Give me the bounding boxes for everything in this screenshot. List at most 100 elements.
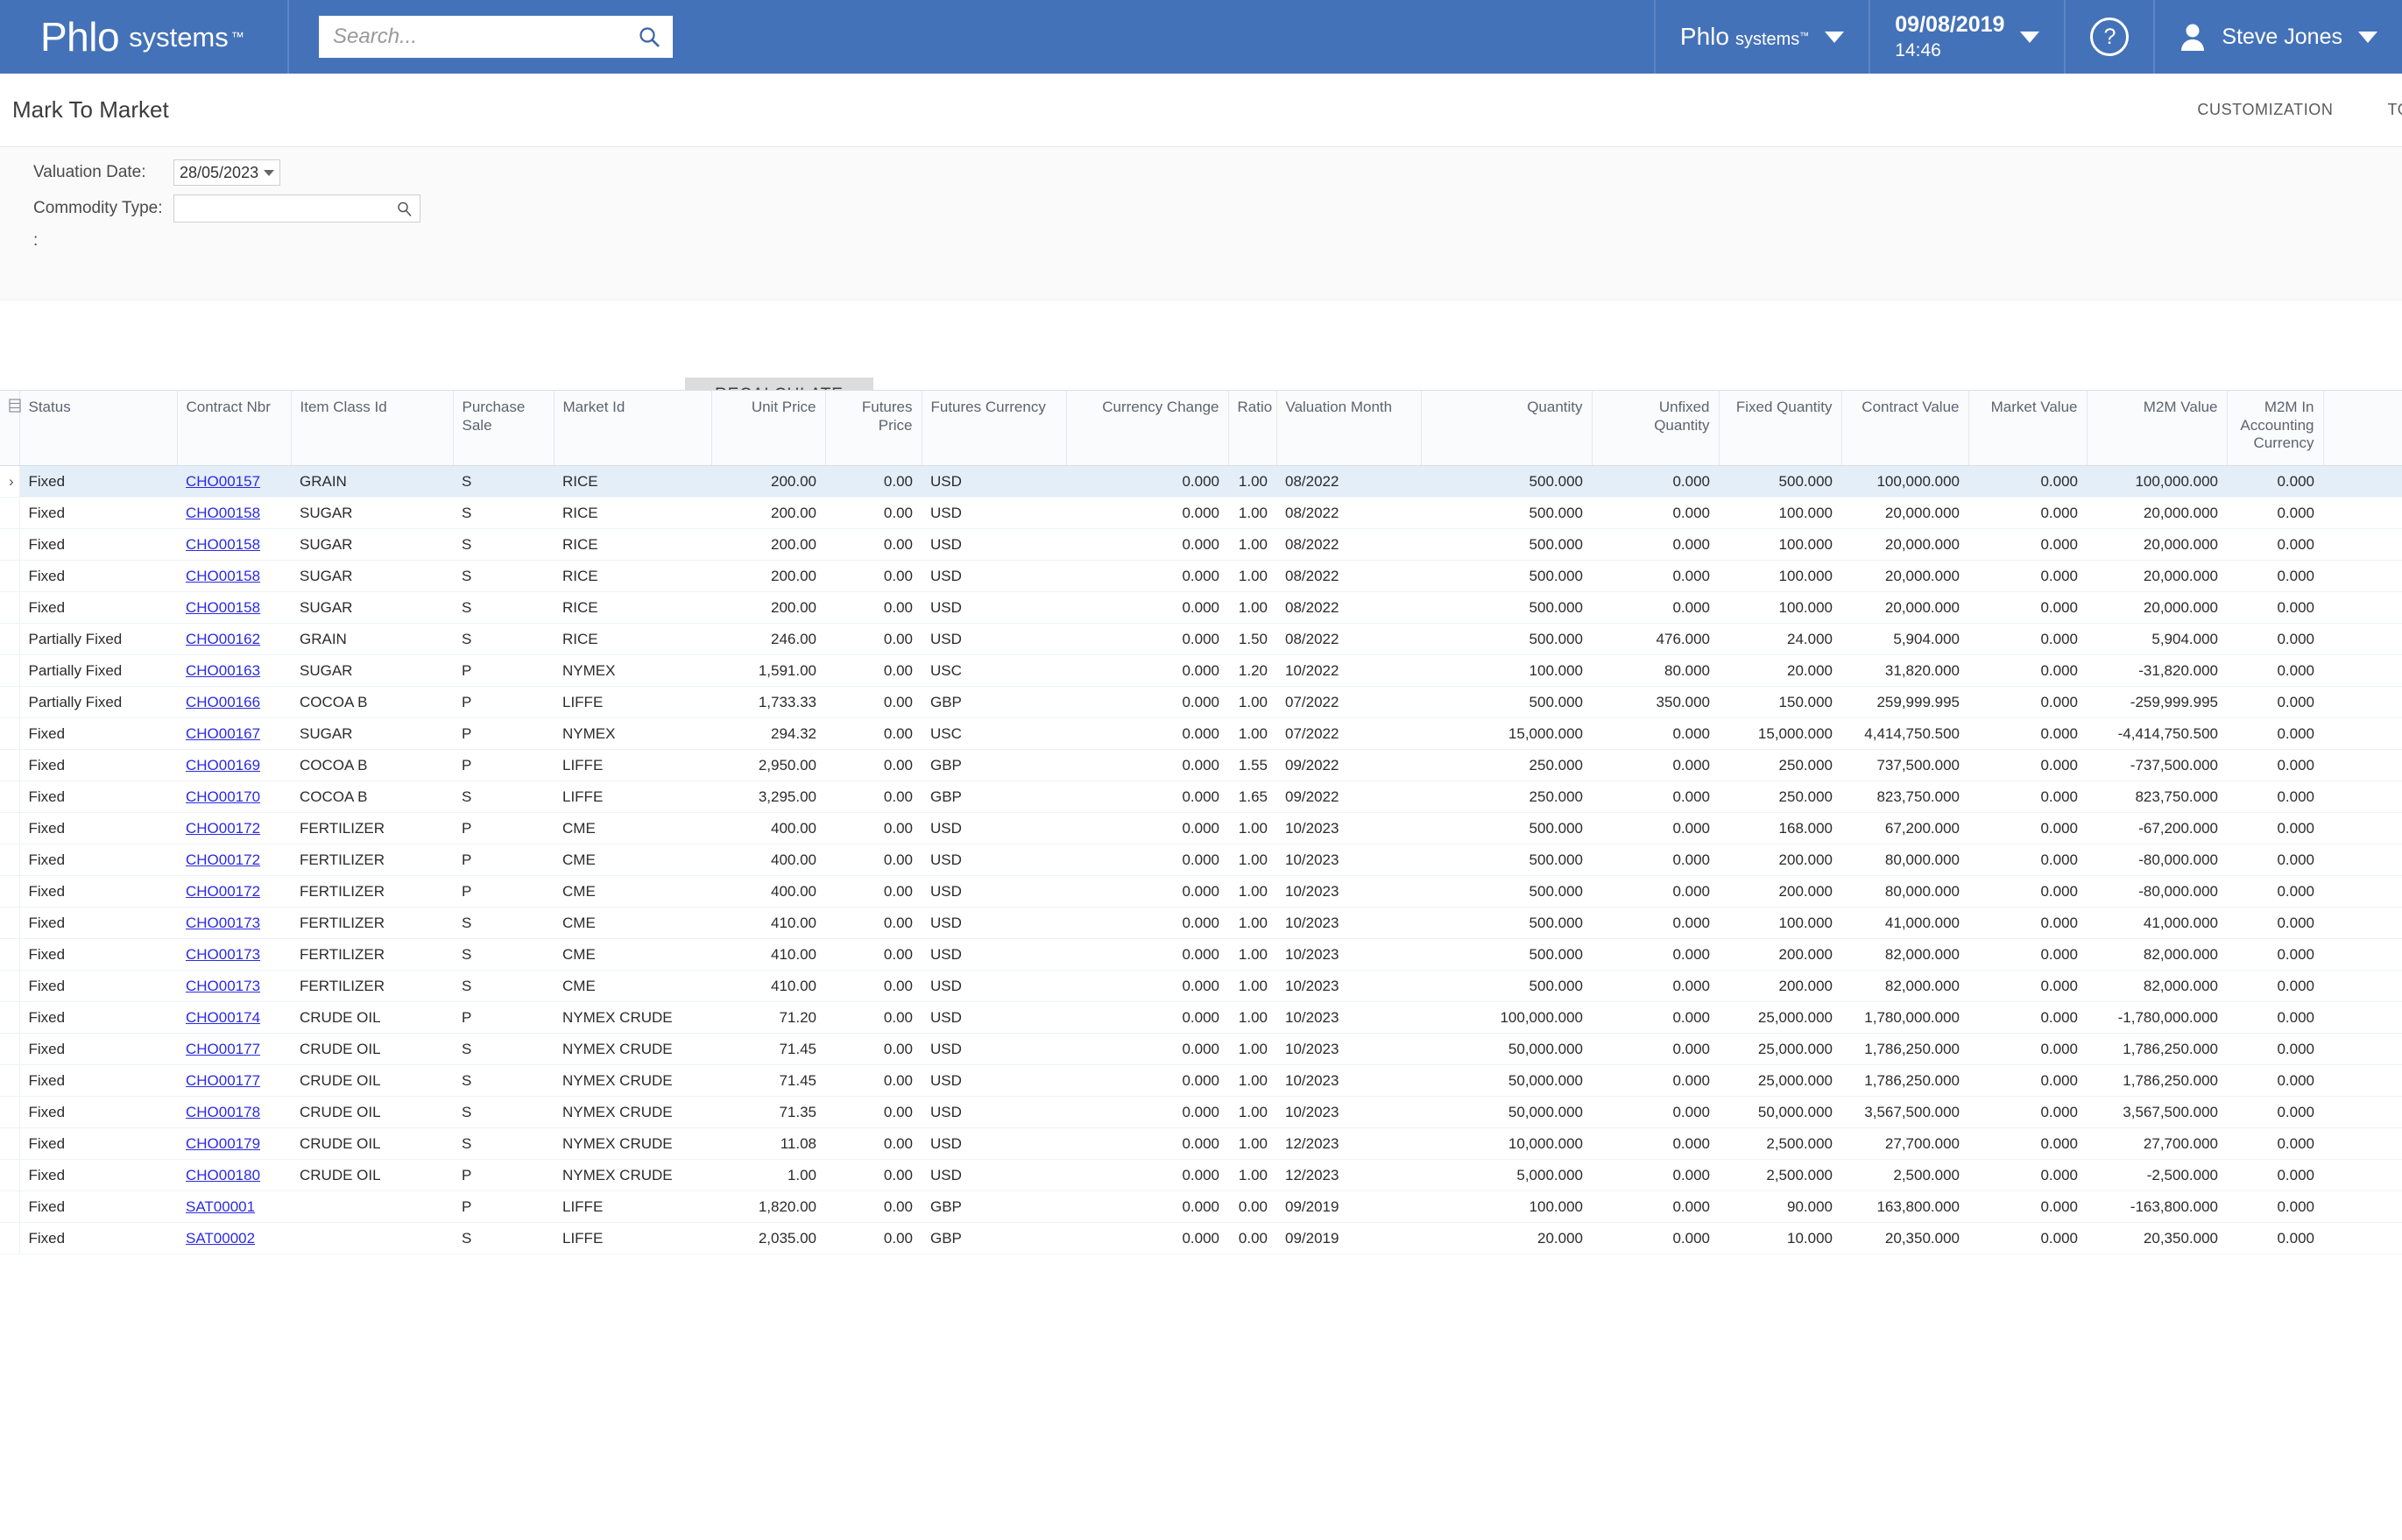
row-expand-cell[interactable] [0, 591, 20, 624]
table-row[interactable]: Fixed SAT00001 P LIFFE 1,820.00 0.00 GBP 0.000 0… [0, 1190, 2402, 1223]
col-header-valuation-month[interactable]: Valuation Month [1276, 390, 1422, 466]
row-expand-cell[interactable] [0, 560, 20, 592]
table-row[interactable]: Fixed CHO00158 SUGAR S RICE 200.00 0.00 USD 0.00… [0, 497, 2402, 529]
contract-link[interactable]: CHO00158 [186, 599, 260, 616]
table-row[interactable]: Fixed CHO00180 CRUDE OIL P NYMEX CRUDE 1.00 0.… [0, 1159, 2402, 1191]
col-header-contract-nbr[interactable]: Contract Nbr [177, 390, 292, 466]
table-row[interactable]: Fixed CHO00169 COCOA B P LIFFE 2,950.00 0.00 GB… [0, 749, 2402, 781]
contract-link[interactable]: CHO00169 [186, 757, 260, 774]
row-expand-cell[interactable] [0, 970, 20, 1002]
row-expand-cell[interactable] [0, 812, 20, 844]
contract-link[interactable]: CHO00177 [186, 1072, 260, 1089]
table-row[interactable]: Fixed CHO00177 CRUDE OIL S NYMEX CRUDE 71.45 0… [0, 1064, 2402, 1097]
search-icon[interactable] [638, 25, 661, 48]
chevron-down-icon[interactable] [1825, 31, 1845, 43]
grid-menu-button[interactable] [0, 390, 21, 466]
row-expand-cell[interactable] [0, 938, 20, 971]
datetime-selector[interactable]: 09/08/2019 14:46 [1869, 0, 2064, 74]
commodity-type-field[interactable] [173, 194, 420, 223]
contract-link[interactable]: SAT00001 [186, 1198, 255, 1215]
contract-link[interactable]: CHO00157 [186, 473, 260, 490]
col-header-m2m-value[interactable]: M2M Value [2087, 390, 2228, 466]
row-expand-cell[interactable] [0, 497, 20, 529]
contract-link[interactable]: CHO00173 [186, 946, 260, 963]
contract-link[interactable]: CHO00173 [186, 915, 260, 931]
contract-link[interactable]: CHO00162 [186, 631, 260, 647]
contract-link[interactable]: CHO00172 [186, 820, 260, 837]
contract-link[interactable]: CHO00158 [186, 505, 260, 521]
brand-logo[interactable]: Phlo systems ™ [0, 0, 289, 74]
row-expand-cell[interactable] [0, 1159, 20, 1191]
row-expand-cell[interactable] [0, 1001, 20, 1034]
row-expand-cell[interactable] [0, 654, 20, 687]
table-row[interactable]: Fixed CHO00172 FERTILIZER P CME 400.00 0.00 USD… [0, 844, 2402, 876]
col-header-market-value[interactable]: Market Value [1968, 390, 2088, 466]
help-icon[interactable]: ? [2090, 18, 2130, 56]
col-header-quantity[interactable]: Quantity [1421, 390, 1593, 466]
row-expand-cell[interactable]: › [0, 465, 20, 498]
table-row[interactable]: › Fixed CHO00157 GRAIN S RICE 200.00 0.00 USD 0.0… [0, 465, 2402, 498]
table-row[interactable]: Fixed CHO00167 SUGAR P NYMEX 294.32 0.00 USC 0.0… [0, 717, 2402, 750]
search-box[interactable] [319, 16, 673, 58]
contract-link[interactable]: CHO00170 [186, 788, 260, 805]
col-header-unit-price[interactable]: Unit Price [711, 390, 826, 466]
table-row[interactable]: Fixed SAT00002 S LIFFE 2,035.00 0.00 GBP 0.000 0… [0, 1222, 2402, 1254]
col-header-m2m-accounting-currency[interactable]: M2M In Accounting Currency [2227, 390, 2324, 466]
row-expand-cell[interactable] [0, 907, 20, 939]
col-header-fixed-quantity[interactable]: Fixed Quantity [1719, 390, 1842, 466]
table-row[interactable]: Fixed CHO00172 FERTILIZER P CME 400.00 0.00 USD… [0, 875, 2402, 908]
col-header-item-class-id[interactable]: Item Class Id [291, 390, 454, 466]
contract-link[interactable]: CHO00163 [186, 662, 260, 679]
col-header-unfixed-quantity[interactable]: Unfixed Quantity [1592, 390, 1720, 466]
contract-link[interactable]: CHO00172 [186, 851, 260, 868]
row-expand-cell[interactable] [0, 1222, 20, 1254]
table-row[interactable]: Fixed CHO00170 COCOA B S LIFFE 3,295.00 0.00 GB… [0, 781, 2402, 813]
magnifier-icon[interactable] [396, 201, 413, 217]
contract-link[interactable]: CHO00158 [186, 568, 260, 584]
col-header-status[interactable]: Status [19, 390, 178, 466]
table-row[interactable]: Partially Fixed CHO00166 COCOA B P LIFFE 1,73… [0, 686, 2402, 718]
row-expand-cell[interactable] [0, 1064, 20, 1097]
user-menu[interactable]: Steve Jones [2153, 0, 2402, 74]
tenant-selector[interactable]: Phlo systems™ [1653, 0, 1869, 74]
contract-link[interactable]: CHO00180 [186, 1167, 260, 1183]
chevron-right-icon[interactable]: › [9, 473, 14, 490]
row-expand-cell[interactable] [0, 686, 20, 718]
chevron-down-icon[interactable] [264, 169, 274, 176]
row-expand-cell[interactable] [0, 528, 20, 561]
table-row[interactable]: Fixed CHO00158 SUGAR S RICE 200.00 0.00 USD 0.00… [0, 560, 2402, 592]
tools-link[interactable]: TOO [2388, 101, 2402, 119]
table-row[interactable]: Fixed CHO00158 SUGAR S RICE 200.00 0.00 USD 0.00… [0, 528, 2402, 561]
table-row[interactable]: Fixed CHO00173 FERTILIZER S CME 410.00 0.00 USD… [0, 970, 2402, 1002]
chevron-down-icon[interactable] [2358, 31, 2377, 43]
search-input[interactable] [331, 24, 638, 50]
col-header-purchase-sale[interactable]: Purchase Sale [453, 390, 555, 466]
row-expand-cell[interactable] [0, 1096, 20, 1128]
contract-link[interactable]: CHO00179 [186, 1135, 260, 1152]
table-row[interactable]: Partially Fixed CHO00163 SUGAR P NYMEX 1,591.… [0, 654, 2402, 687]
contract-link[interactable]: CHO00172 [186, 883, 260, 900]
table-row[interactable]: Fixed CHO00179 CRUDE OIL S NYMEX CRUDE 11.08 0… [0, 1127, 2402, 1160]
table-row[interactable]: Fixed CHO00178 CRUDE OIL S NYMEX CRUDE 71.35 0… [0, 1096, 2402, 1128]
contract-link[interactable]: CHO00178 [186, 1104, 260, 1120]
table-row[interactable]: Fixed CHO00158 SUGAR S RICE 200.00 0.00 USD 0.00… [0, 591, 2402, 624]
row-expand-cell[interactable] [0, 1190, 20, 1223]
col-header-ratio[interactable]: Ratio [1228, 390, 1277, 466]
contract-link[interactable]: SAT00002 [186, 1230, 255, 1247]
table-row[interactable]: Fixed CHO00173 FERTILIZER S CME 410.00 0.00 USD… [0, 907, 2402, 939]
customization-link[interactable]: CUSTOMIZATION [2197, 101, 2333, 119]
row-expand-cell[interactable] [0, 1033, 20, 1065]
col-header-open-qty[interactable]: Open Qty [2323, 390, 2402, 466]
table-row[interactable]: Fixed CHO00174 CRUDE OIL P NYMEX CRUDE 71.20 0… [0, 1001, 2402, 1034]
row-expand-cell[interactable] [0, 781, 20, 813]
grid-menu-icon[interactable] [9, 399, 21, 413]
table-row[interactable]: Partially Fixed CHO00162 GRAIN S RICE 246.00 0… [0, 623, 2402, 655]
row-expand-cell[interactable] [0, 749, 20, 781]
help-button[interactable]: ? [2064, 0, 2153, 74]
col-header-market-id[interactable]: Market Id [554, 390, 712, 466]
col-header-futures-currency[interactable]: Futures Currency [922, 390, 1067, 466]
contract-link[interactable]: CHO00166 [186, 694, 260, 710]
contract-link[interactable]: CHO00174 [186, 1009, 260, 1026]
row-expand-cell[interactable] [0, 844, 20, 876]
contract-link[interactable]: CHO00167 [186, 725, 260, 742]
